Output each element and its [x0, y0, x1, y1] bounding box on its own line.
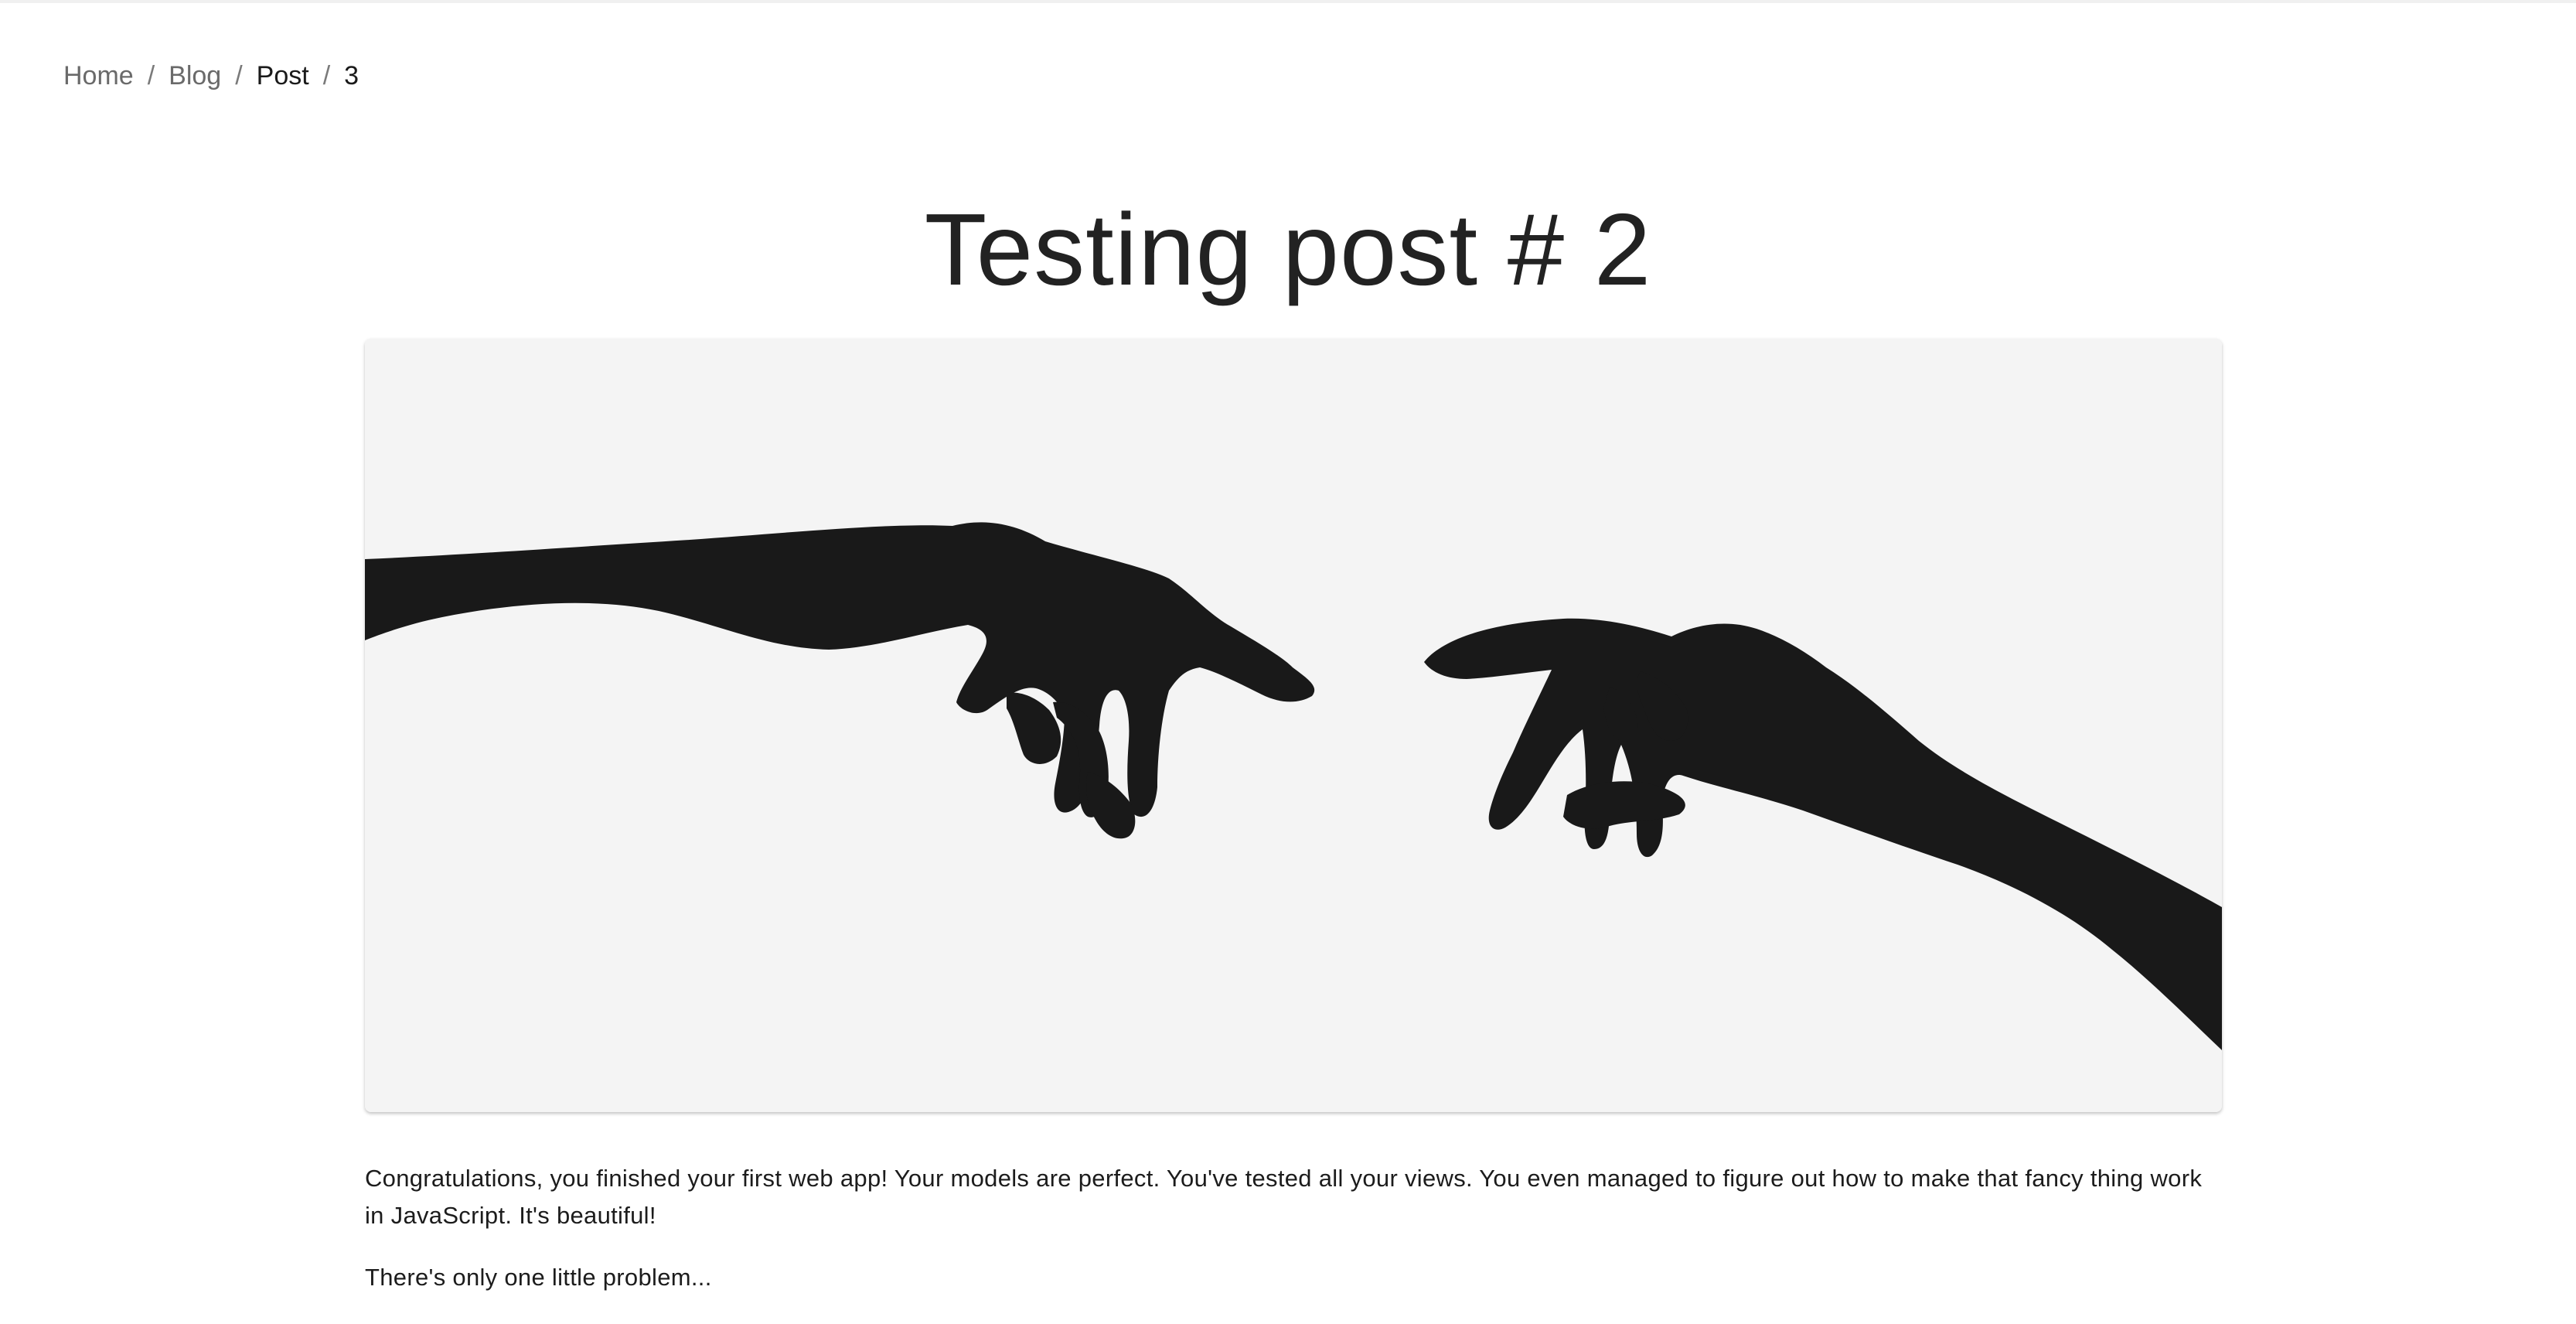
page-title: Testing post # 2	[924, 193, 1652, 306]
post-body: Congratulations, you finished your first…	[365, 1160, 2222, 1321]
breadcrumb-separator: /	[322, 61, 331, 90]
top-divider	[0, 0, 2576, 3]
breadcrumb-separator: /	[147, 61, 155, 90]
breadcrumb-blog-link[interactable]: Blog	[169, 59, 221, 93]
hero-image	[365, 339, 2222, 1112]
breadcrumb-post-id: 3	[344, 61, 359, 90]
breadcrumb-home-link[interactable]: Home	[63, 59, 134, 93]
breadcrumb: Home / Blog / Post / 3	[63, 59, 359, 93]
post-paragraph: There's only one little problem...	[365, 1264, 712, 1291]
post-paragraph: Congratulations, you finished your first…	[365, 1165, 2203, 1229]
breadcrumb-separator: /	[235, 61, 243, 90]
hands-reaching-image	[365, 339, 2222, 1112]
breadcrumb-post: Post	[256, 61, 309, 90]
